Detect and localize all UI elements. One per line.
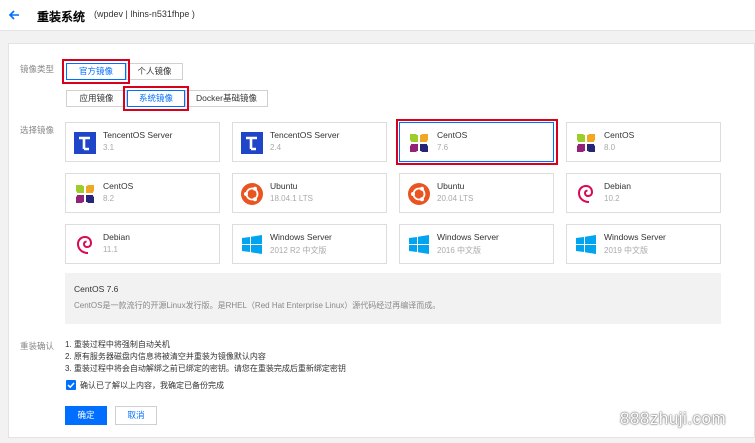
image-description-box: CentOS 7.6 CentOS是一款流行的开源Linux发行版。是RHEL（… (65, 273, 721, 324)
windows-icon (242, 235, 262, 254)
image-version: 3.1 (103, 143, 115, 152)
image-card-windows-2019[interactable]: Windows Server 2019 中文版 (566, 224, 721, 264)
page-title: 重装系统 (37, 10, 86, 24)
image-name: TencentOS Server (103, 130, 173, 140)
image-version: 10.2 (604, 194, 620, 203)
tencentos-icon (241, 132, 263, 154)
image-type-label: 镜像类型 (20, 64, 55, 74)
cancel-button[interactable]: 取消 (115, 406, 157, 425)
header-bar: 重装系统 (wpdev | lhins-n531fhpe ) (0, 0, 755, 31)
centos-icon (74, 183, 96, 205)
image-name: Windows Server (604, 232, 666, 242)
image-card-windows-2016[interactable]: Windows Server 2016 中文版 (399, 224, 554, 264)
image-version: 7.6 (437, 143, 449, 152)
tencentos-icon (74, 132, 96, 154)
confirm-checkbox[interactable] (66, 380, 76, 390)
image-name: TencentOS Server (270, 130, 340, 140)
image-card-centos-8-0[interactable]: CentOS 8.0 (566, 122, 721, 162)
description-title: CentOS 7.6 (74, 284, 119, 294)
image-name: Windows Server (270, 232, 332, 242)
image-name: Debian (604, 181, 631, 191)
image-name: Debian (103, 232, 130, 242)
image-version: 2012 R2 中文版 (270, 246, 327, 255)
image-version: 2019 中文版 (604, 246, 649, 255)
ubuntu-icon (408, 183, 430, 205)
image-name: Ubuntu (437, 181, 465, 191)
debian-icon (577, 184, 594, 203)
image-version: 20.04 LTS (437, 194, 474, 203)
image-card-ubuntu-18-04[interactable]: Ubuntu 18.04.1 LTS (232, 173, 387, 213)
ubuntu-icon (241, 183, 263, 205)
back-arrow-icon[interactable] (7, 8, 21, 22)
image-card-centos-8-2[interactable]: CentOS 8.2 (65, 173, 220, 213)
select-image-label: 选择镜像 (20, 125, 55, 135)
reinstall-panel: 镜像类型 官方镜像 个人镜像 应用镜像 系统镜像 Docker基础镜像 选择镜像… (8, 43, 755, 438)
description-text: CentOS是一款流行的开源Linux发行版。是RHEL（Red Hat Ent… (74, 301, 441, 310)
watermark: 888zhuji.com (620, 409, 727, 428)
image-name: Ubuntu (270, 181, 298, 191)
checkmark-icon (67, 382, 75, 389)
image-version: 8.2 (103, 194, 115, 203)
image-name: CentOS (103, 181, 134, 191)
tab-app-image[interactable]: 应用镜像 (66, 90, 127, 107)
image-version: 11.1 (103, 245, 118, 254)
image-version: 18.04.1 LTS (270, 194, 313, 203)
instance-subtitle: (wpdev | lhins-n531fhpe ) (94, 9, 195, 19)
image-card-debian-10-2[interactable]: Debian 10.2 (566, 173, 721, 213)
confirm-line-3: 3. 重装过程中将会自动解绑之前已绑定的密钥。请您在重装完成后重新绑定密钥 (65, 364, 346, 373)
image-version: 8.0 (604, 143, 616, 152)
tab-system-image[interactable]: 系统镜像 (127, 90, 185, 107)
image-card-ubuntu-20-04[interactable]: Ubuntu 20.04 LTS (399, 173, 554, 213)
image-card-tencentos-2-4[interactable]: TencentOS Server 2.4 (232, 122, 387, 162)
confirm-line-2: 2. 原有服务器磁盘内信息将被清空并重装为镜像默认内容 (65, 352, 266, 361)
image-name: Windows Server (437, 232, 499, 242)
confirm-checkbox-label[interactable]: 确认已了解以上内容，我确定已备份完成 (80, 380, 224, 391)
image-card-tencentos-3-1[interactable]: TencentOS Server 3.1 (65, 122, 220, 162)
image-card-windows-2012[interactable]: Windows Server 2012 R2 中文版 (232, 224, 387, 264)
image-card-centos-7-6[interactable]: CentOS 7.6 (399, 122, 554, 162)
image-version: 2.4 (270, 143, 282, 152)
image-name: CentOS (604, 130, 635, 140)
image-card-debian-11-1[interactable]: Debian 11.1 (65, 224, 220, 264)
image-version: 2016 中文版 (437, 246, 482, 255)
debian-icon (76, 235, 93, 254)
tab-official-image[interactable]: 官方镜像 (66, 63, 126, 80)
windows-icon (409, 235, 429, 254)
confirm-label: 重装确认 (20, 341, 55, 351)
centos-icon (408, 132, 430, 154)
windows-icon (576, 235, 596, 254)
centos-icon (575, 132, 597, 154)
confirm-button[interactable]: 确定 (65, 406, 107, 425)
tab-docker-image[interactable]: Docker基础镜像 (185, 90, 268, 107)
image-name: CentOS (437, 130, 468, 140)
confirm-line-1: 1. 重装过程中将强制自动关机 (65, 340, 170, 349)
tab-personal-image[interactable]: 个人镜像 (126, 63, 183, 80)
